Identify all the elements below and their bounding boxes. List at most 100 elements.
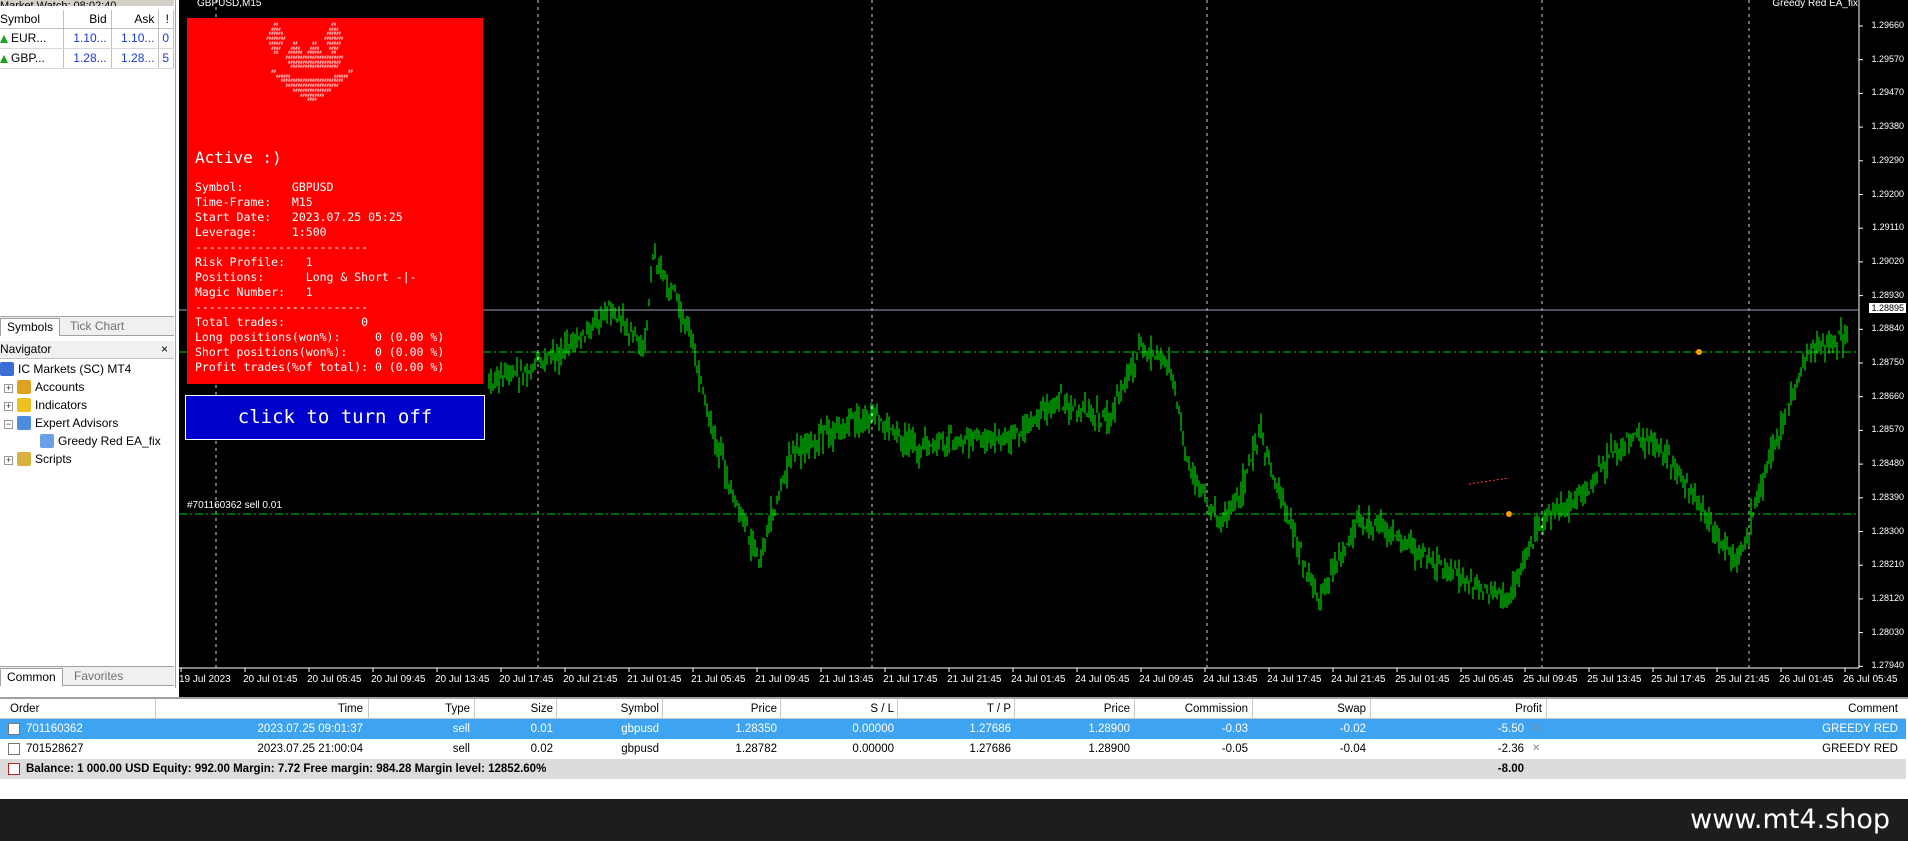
collapse-icon[interactable]: − <box>4 420 13 429</box>
scripts-icon <box>17 452 31 466</box>
tree-item-indicators[interactable]: + Indicators <box>4 396 87 414</box>
close-order-icon[interactable]: ✕ <box>1532 739 1540 759</box>
price-tick-label: 1.28930 <box>1871 289 1904 300</box>
time-tick-label: 20 Jul 21:45 <box>563 674 618 685</box>
chart-title: GBPUSD,M15 <box>197 0 262 9</box>
order-line-label: #701160362 sell 0.01 <box>187 500 282 511</box>
expert-advisors-icon <box>17 416 31 430</box>
col-symbol[interactable]: Symbol <box>558 699 659 719</box>
col-tp[interactable]: T / P <box>899 699 1011 719</box>
col-profit[interactable]: Profit <box>1372 699 1542 719</box>
symbol-name: EUR... <box>11 31 47 45</box>
ea-logo: ## ## #### #### ###### ###### ######## #… <box>266 22 353 103</box>
col-order[interactable]: Order <box>10 699 120 719</box>
col-swap[interactable]: Swap <box>1254 699 1366 719</box>
col-current-price[interactable]: Price <box>1016 699 1130 719</box>
price-tick-label: 1.28660 <box>1871 390 1904 401</box>
turn-off-button[interactable]: click to turn off <box>185 395 485 440</box>
broker-icon <box>0 362 14 376</box>
navigator-title: Navigator <box>0 342 52 356</box>
trade-marker <box>1696 349 1702 355</box>
market-watch-row[interactable]: EUR... 1.10... 1.10... 0 <box>0 28 174 49</box>
expand-icon[interactable]: + <box>4 402 13 411</box>
symbol-name: GBP... <box>11 51 45 65</box>
col-time[interactable]: Time <box>160 699 363 719</box>
col-spread[interactable]: ! <box>158 10 174 29</box>
col-symbol[interactable]: Symbol <box>0 10 64 29</box>
col-sl[interactable]: S / L <box>782 699 894 719</box>
time-tick-label: 25 Jul 09:45 <box>1523 674 1578 685</box>
tree-item-accounts[interactable]: + Accounts <box>4 378 84 396</box>
tab-favorites[interactable]: Favorites <box>68 668 129 686</box>
ea-name-label: Greedy Red EA_fix <box>1772 0 1858 9</box>
market-watch-tabs: Symbols Tick Chart <box>0 316 174 336</box>
market-watch-row[interactable]: GBP... 1.28... 1.28... 5 <box>0 48 174 69</box>
tab-tick-chart[interactable]: Tick Chart <box>64 318 130 336</box>
time-tick-label: 21 Jul 05:45 <box>691 674 746 685</box>
col-bid[interactable]: Bid <box>63 10 112 29</box>
tree-root[interactable]: IC Markets (SC) MT4 <box>0 360 131 378</box>
ea-start-date: Start Date: 2023.07.25 05:25 <box>195 210 403 224</box>
balance-row: Balance: 1 000.00 USD Equity: 992.00 Mar… <box>0 759 1906 779</box>
balance-summary: Balance: 1 000.00 USD Equity: 992.00 Mar… <box>26 763 547 775</box>
tree-item-scripts[interactable]: + Scripts <box>4 450 72 468</box>
time-tick-label: 25 Jul 21:45 <box>1715 674 1770 685</box>
order-icon <box>8 723 20 735</box>
trade-row[interactable]: 701528627 2023.07.25 21:00:04 sell 0.02 … <box>0 739 1906 759</box>
close-icon[interactable]: × <box>161 341 168 358</box>
ea-icon <box>40 434 54 448</box>
trade-row[interactable]: 701160362 2023.07.25 09:01:37 sell 0.01 … <box>0 719 1906 739</box>
ea-risk-profile: Risk Profile: 1 <box>195 255 313 269</box>
expand-icon[interactable]: + <box>4 456 13 465</box>
price-tick-label: 1.29380 <box>1871 121 1904 132</box>
navigator-tabs: Common Favorites <box>0 666 174 686</box>
col-comment[interactable]: Comment <box>1548 699 1898 719</box>
col-type[interactable]: Type <box>370 699 470 719</box>
spread-value: 5 <box>158 48 174 69</box>
up-arrow-icon <box>0 55 8 63</box>
time-tick-label: 20 Jul 09:45 <box>371 674 426 685</box>
left-panel: Market Watch: 08:02:40 Symbol Bid Ask ! … <box>0 0 176 688</box>
ea-positions: Positions: Long & Short -|- <box>195 270 417 284</box>
tab-symbols[interactable]: Symbols <box>0 318 61 336</box>
bid-value: 1.28... <box>63 48 112 69</box>
time-tick-label: 25 Jul 17:45 <box>1651 674 1706 685</box>
time-tick-label: 20 Jul 13:45 <box>435 674 490 685</box>
price-tick-label: 1.29290 <box>1871 154 1904 165</box>
col-size[interactable]: Size <box>476 699 553 719</box>
ea-profit-trades: Profit trades(%of total): 0 (0.00 %) <box>195 360 445 374</box>
price-tick-label: 1.29200 <box>1871 188 1904 199</box>
up-arrow-icon <box>0 35 8 43</box>
tab-common[interactable]: Common <box>0 668 63 686</box>
bid-value: 1.10... <box>63 28 112 49</box>
ea-divider: ------------------------- <box>195 240 369 254</box>
time-tick-label: 21 Jul 17:45 <box>883 674 938 685</box>
ea-status: Active :) <box>195 148 282 167</box>
col-ask[interactable]: Ask <box>111 10 160 29</box>
price-tick-label: 1.27940 <box>1871 660 1904 671</box>
ea-info-panel: ## ## #### #### ###### ###### ######## #… <box>187 18 483 384</box>
time-tick-label: 24 Jul 05:45 <box>1075 674 1130 685</box>
col-open-price[interactable]: Price <box>664 699 777 719</box>
ea-leverage: Leverage: 1:500 <box>195 225 327 239</box>
tree-item-expert-advisors[interactable]: − Expert Advisors <box>4 414 118 432</box>
price-tick-label: 1.28570 <box>1871 424 1904 435</box>
expand-icon[interactable]: + <box>4 384 13 393</box>
col-commission[interactable]: Commission <box>1136 699 1248 719</box>
balance-icon <box>8 763 20 775</box>
watermark-text: www.mt4.shop <box>1690 804 1890 835</box>
tree-item-ea-greedy-red[interactable]: Greedy Red EA_fix <box>40 432 161 450</box>
price-tick-label: 1.29570 <box>1871 53 1904 64</box>
ea-divider: ------------------------- <box>195 300 369 314</box>
time-tick-label: 25 Jul 13:45 <box>1587 674 1642 685</box>
terminal-header: Order Time Type Size Symbol Price S / L … <box>0 699 1906 719</box>
price-tick-label: 1.28840 <box>1871 323 1904 334</box>
close-order-icon[interactable]: ✕ <box>1532 719 1540 739</box>
time-tick-label: 21 Jul 13:45 <box>819 674 874 685</box>
price-tick-label: 1.29020 <box>1871 255 1904 266</box>
ea-short-positions: Short positions(won%): 0 (0.00 %) <box>195 345 445 359</box>
spread-value: 0 <box>158 28 174 49</box>
price-tick-label: 1.29470 <box>1871 87 1904 98</box>
order-icon <box>8 743 20 755</box>
total-profit: -8.00 <box>1497 763 1524 775</box>
